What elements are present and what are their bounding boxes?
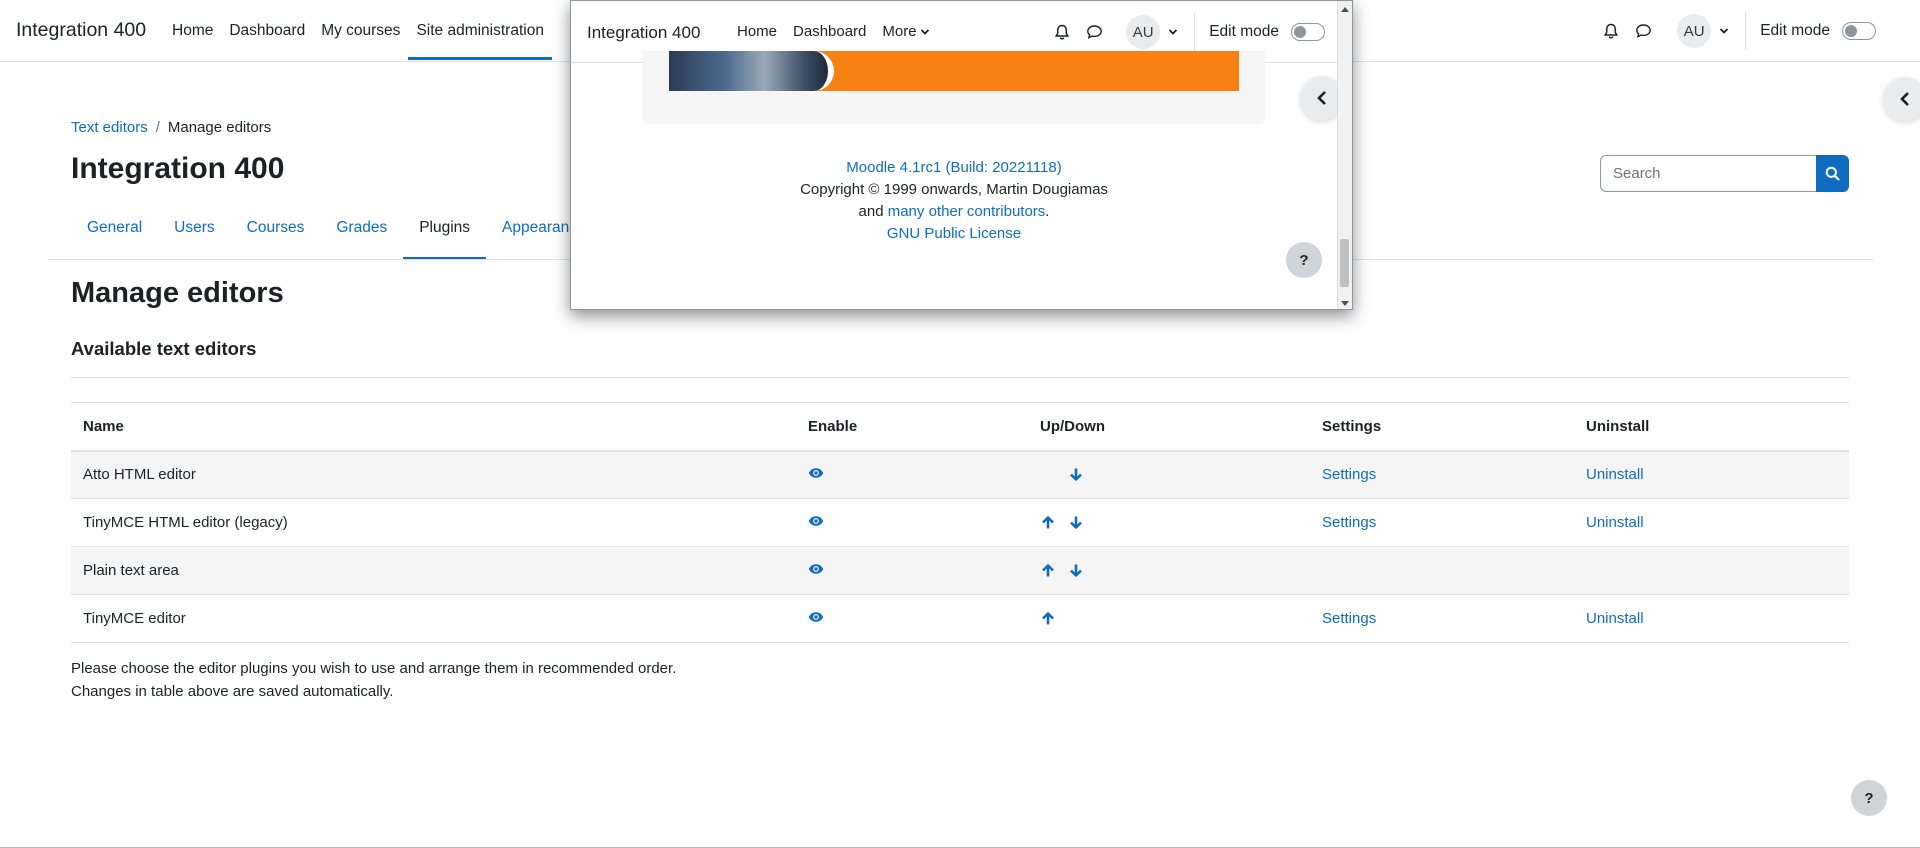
breadcrumb-text-editors[interactable]: Text editors: [71, 119, 148, 136]
page-title: Integration 400: [71, 152, 285, 185]
chevron-down-icon[interactable]: [1164, 23, 1182, 41]
eye-icon[interactable]: [808, 610, 824, 627]
breadcrumb-separator: /: [155, 119, 160, 136]
settings-link[interactable]: Settings: [1322, 610, 1376, 627]
header-name: Name: [71, 402, 796, 452]
breadcrumb-manage-editors: Manage editors: [167, 119, 272, 136]
chevron-down-icon[interactable]: [1715, 22, 1733, 40]
nav-site-administration[interactable]: Site administration: [408, 0, 552, 62]
tab-grades[interactable]: Grades: [320, 210, 403, 260]
arrow-up-icon[interactable]: [1040, 515, 1056, 531]
uninstall-link[interactable]: Uninstall: [1586, 466, 1644, 483]
popup-scrollbar[interactable]: [1337, 1, 1352, 309]
table-row: TinyMCE editor Settings Uninstall: [71, 594, 1849, 643]
editors-table: Name Enable Up/Down Settings Uninstall A…: [71, 402, 1849, 643]
arrow-down-icon[interactable]: [1068, 563, 1084, 579]
subheading-divider: [71, 377, 1849, 378]
settings-link[interactable]: Settings: [1322, 466, 1376, 483]
header-uninstall: Uninstall: [1574, 402, 1849, 452]
eye-icon[interactable]: [808, 562, 824, 579]
tab-users[interactable]: Users: [158, 210, 230, 260]
chevron-down-icon: [920, 29, 929, 35]
contributors-link[interactable]: many other contributors: [888, 203, 1046, 220]
header-updown: Up/Down: [1028, 402, 1310, 452]
tab-general[interactable]: General: [71, 210, 158, 260]
tab-courses[interactable]: Courses: [231, 210, 321, 260]
period-text: .: [1045, 203, 1050, 220]
admin-tabs: General Users Courses Grades Plugins App…: [71, 210, 602, 260]
help-note: Please choose the editor plugins you wis…: [71, 658, 676, 703]
table-row: Plain text area: [71, 546, 1849, 595]
user-avatar[interactable]: AU: [1677, 14, 1712, 48]
messages-chat-icon[interactable]: [1629, 17, 1657, 45]
search-icon: [1825, 166, 1840, 181]
popup-footer: Moodle 4.1rc1 (Build: 20221118) Copyrigh…: [571, 157, 1337, 245]
arrow-up-icon[interactable]: [1040, 563, 1056, 579]
scroll-thumb[interactable]: [1340, 239, 1349, 287]
edit-mode-label: Edit mode: [1760, 22, 1830, 39]
table-row: TinyMCE HTML editor (legacy) Settings Un…: [71, 498, 1849, 547]
help-button[interactable]: ?: [1851, 780, 1887, 816]
navbar-divider: [1194, 13, 1196, 51]
popup-window: Integration 400 Home Dashboard More AU E…: [570, 0, 1353, 310]
notifications-bell-icon[interactable]: [1048, 18, 1076, 46]
uninstall-link[interactable]: Uninstall: [1586, 610, 1644, 627]
edit-mode-toggle[interactable]: [1842, 22, 1876, 40]
editor-name: TinyMCE HTML editor (legacy): [71, 498, 796, 547]
popup-help-button[interactable]: ?: [1286, 242, 1322, 278]
uninstall-link[interactable]: Uninstall: [1586, 514, 1644, 531]
table-header-row: Name Enable Up/Down Settings Uninstall: [71, 402, 1849, 452]
chevron-left-icon: [1317, 91, 1326, 105]
search-button[interactable]: [1816, 155, 1849, 192]
nav-my-courses[interactable]: My courses: [313, 0, 408, 62]
note-line: Changes in table above are saved automat…: [71, 682, 394, 700]
popup-user-avatar[interactable]: AU: [1126, 15, 1161, 49]
editor-name: Plain text area: [71, 546, 796, 595]
navbar-user-area: AU Edit mode: [1597, 0, 1876, 62]
editor-name: TinyMCE editor: [71, 594, 796, 643]
copyright-text: Copyright © 1999 onwards, Martin Dougiam…: [800, 181, 1108, 198]
arrow-up-icon[interactable]: [1040, 611, 1056, 627]
nav-home[interactable]: Home: [164, 0, 221, 62]
license-link[interactable]: GNU Public License: [887, 225, 1021, 242]
settings-link[interactable]: Settings: [1322, 514, 1376, 531]
popup-edit-mode-toggle[interactable]: [1291, 23, 1325, 41]
popup-edit-mode-label: Edit mode: [1209, 23, 1279, 40]
promo-banner-image: [669, 51, 1239, 91]
contributors-line: and many other contributors.: [571, 201, 1337, 223]
header-enable: Enable: [796, 402, 1028, 452]
site-brand[interactable]: Integration 400: [16, 19, 146, 42]
arrow-down-icon[interactable]: [1068, 515, 1084, 531]
primary-navigation: Home Dashboard My courses Site administr…: [164, 0, 552, 62]
notifications-bell-icon[interactable]: [1597, 17, 1625, 45]
navbar-divider: [1745, 12, 1747, 50]
banner-photo: [669, 51, 834, 91]
and-text: and: [858, 203, 888, 220]
section-heading: Manage editors: [71, 277, 284, 309]
nav-dashboard[interactable]: Dashboard: [221, 0, 313, 62]
popup-site-brand[interactable]: Integration 400: [587, 23, 700, 43]
eye-icon[interactable]: [808, 466, 824, 483]
tab-plugins[interactable]: Plugins: [403, 210, 486, 260]
scroll-up-arrow-icon[interactable]: [1340, 4, 1349, 13]
admin-search: [1600, 155, 1849, 192]
editor-name: Atto HTML editor: [71, 450, 796, 499]
scroll-down-arrow-icon[interactable]: [1340, 299, 1349, 308]
section-subheading: Available text editors: [71, 338, 257, 359]
moodle-version-link[interactable]: Moodle 4.1rc1 (Build: 20221118): [846, 159, 1061, 176]
arrow-down-icon[interactable]: [1068, 467, 1084, 483]
search-input[interactable]: [1600, 155, 1816, 192]
table-row: Atto HTML editor Settings Uninstall: [71, 450, 1849, 499]
eye-icon[interactable]: [808, 514, 824, 531]
breadcrumb: Text editors / Manage editors: [71, 119, 271, 136]
block-drawer-toggle[interactable]: [1883, 77, 1920, 121]
messages-chat-icon[interactable]: [1080, 18, 1108, 46]
chevron-left-icon: [1900, 92, 1909, 106]
header-settings: Settings: [1310, 402, 1574, 452]
note-line: Please choose the editor plugins you wis…: [71, 660, 677, 677]
